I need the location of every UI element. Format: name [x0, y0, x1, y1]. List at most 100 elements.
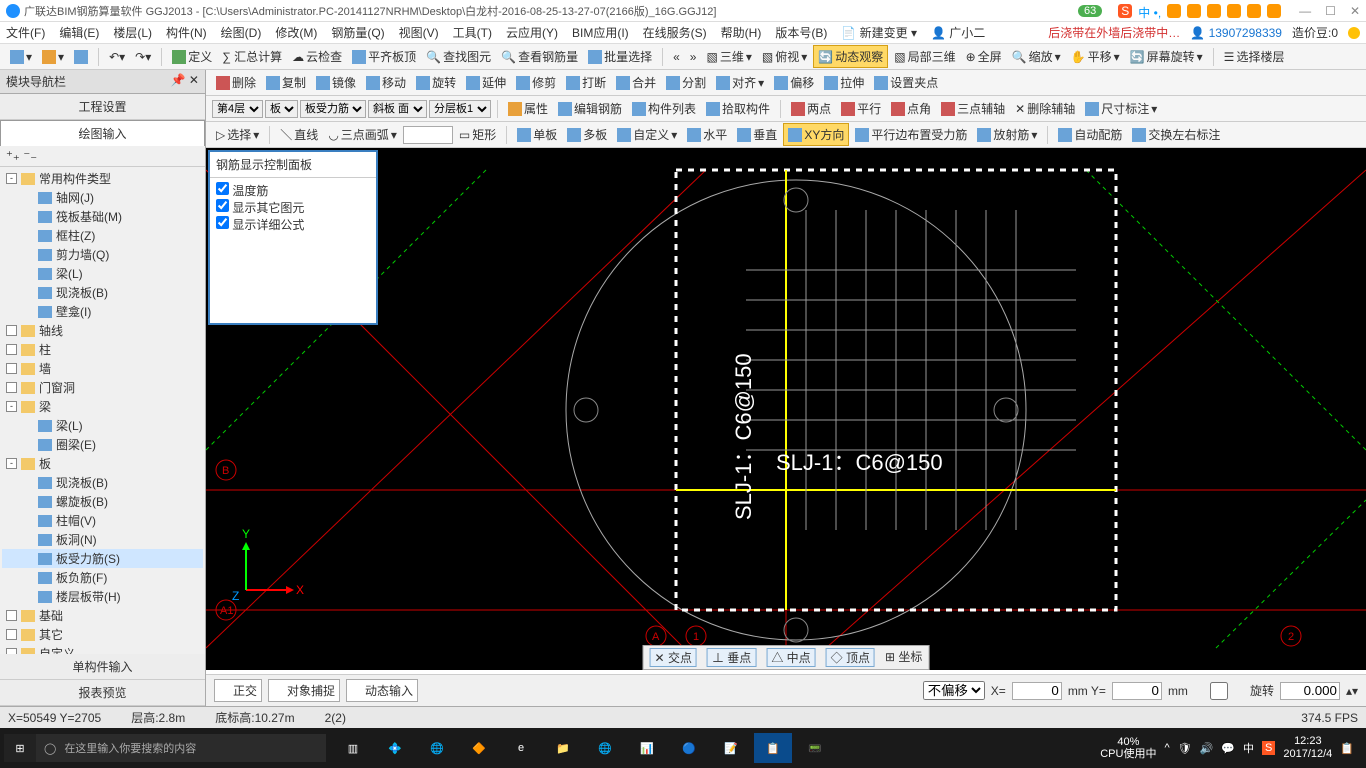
btn-break[interactable]: 打断 [562, 72, 610, 93]
ext-icon[interactable] [1267, 4, 1281, 18]
component-tree[interactable]: -常用构件类型轴网(J)筏板基础(M)框柱(Z)剪力墙(Q)梁(L)现浇板(B)… [0, 167, 205, 654]
btn-full[interactable]: ⊕ 全屏 [962, 46, 1006, 67]
input-y[interactable] [1112, 682, 1162, 700]
btn-orbit[interactable]: 🔄 动态观察 [813, 45, 888, 68]
maximize-icon[interactable]: ☐ [1325, 4, 1336, 18]
btn-custom[interactable]: 自定义▾ [613, 124, 681, 145]
collapse-icon[interactable]: ⁻₋ [23, 148, 37, 163]
btn-find[interactable]: 🔍 查找图元 [422, 46, 495, 67]
btn-rect[interactable]: ▭ 矩形 [455, 124, 500, 145]
btn-top[interactable]: ▧ 俯视▾ [758, 46, 811, 67]
fwd-icon[interactable]: » [686, 48, 701, 66]
btn-offset[interactable]: 偏移 [770, 72, 818, 93]
sel-floor[interactable]: 第4层 [212, 100, 263, 118]
snap-int[interactable]: ✕ 交点 [650, 648, 697, 667]
input-rot[interactable] [1280, 682, 1340, 700]
btn-vert[interactable]: 垂直 [733, 124, 781, 145]
btn-define[interactable]: 定义 [168, 46, 216, 67]
menu-rebar[interactable]: 钢筋量(Q) [331, 24, 384, 41]
btn-move[interactable]: 移动 [362, 72, 410, 93]
app-icon[interactable]: 📝 [712, 733, 750, 763]
ext-icon[interactable] [1167, 4, 1181, 18]
app-icon[interactable]: 📋 [754, 733, 792, 763]
menu-component[interactable]: 构件(N) [166, 24, 207, 41]
tree-leaf[interactable]: 板负筋(F) [2, 568, 203, 587]
btn-batch[interactable]: 批量选择 [584, 46, 656, 67]
menu-help[interactable]: 帮助(H) [721, 24, 762, 41]
btn-delete[interactable]: 删除 [212, 72, 260, 93]
menu-modify[interactable]: 修改(M) [275, 24, 317, 41]
user-id[interactable]: 👤 13907298339 [1190, 26, 1282, 40]
btn-parallel[interactable]: 平行 [837, 98, 885, 119]
tree-leaf[interactable]: 框柱(Z) [2, 226, 203, 245]
app-icon[interactable]: 🌐 [586, 733, 624, 763]
ext-icon[interactable]: 中 •, [1138, 4, 1161, 18]
btn-cloud[interactable]: ☁ 云检查 [288, 46, 346, 67]
tree-node[interactable]: 墙 [2, 359, 203, 378]
sel-comp[interactable]: 板 [265, 100, 298, 118]
menu-cloud[interactable]: 云应用(Y) [506, 24, 558, 41]
btn-editrebar[interactable]: 编辑钢筋 [554, 98, 626, 119]
clock[interactable]: 12:232017/12/4 [1283, 735, 1332, 761]
notif-badge[interactable]: 63 [1078, 5, 1102, 17]
btn-merge[interactable]: 合并 [612, 72, 660, 93]
app-icon[interactable]: 📟 [796, 733, 834, 763]
save-icon[interactable] [70, 48, 92, 66]
redo-icon[interactable]: ↷▾ [131, 48, 155, 66]
app-icon[interactable]: ▥ [334, 733, 372, 763]
btn-rebar[interactable]: 🔍 查看钢筋量 [497, 46, 582, 67]
tray-icon[interactable]: 🛡 [1178, 742, 1192, 755]
app-icon[interactable]: e [502, 733, 540, 763]
btn-select[interactable]: ▷ 选择▾ [212, 124, 263, 145]
btn-split[interactable]: 分割 [662, 72, 710, 93]
btn-horiz[interactable]: 水平 [683, 124, 731, 145]
btn-rotate[interactable]: 🔄 屏幕旋转▾ [1126, 46, 1207, 67]
menu-view[interactable]: 视图(V) [399, 24, 439, 41]
tree-node[interactable]: 其它 [2, 625, 203, 644]
ext-icon[interactable] [1227, 4, 1241, 18]
input-x[interactable] [1012, 682, 1062, 700]
btn-edge[interactable]: 平行边布置受力筋 [851, 124, 971, 145]
tree-leaf[interactable]: 壁龛(I) [2, 302, 203, 321]
close-icon[interactable]: ✕ [1350, 4, 1360, 18]
app-icon[interactable]: 🔵 [670, 733, 708, 763]
sidebar-tab-draw[interactable]: 绘图输入 [0, 120, 205, 146]
btn-line[interactable]: ＼ 直线 [276, 124, 322, 145]
tray-ime[interactable]: 中 [1243, 740, 1254, 756]
tree-leaf[interactable]: 楼层板带(H) [2, 587, 203, 606]
btn-prop[interactable]: 属性 [504, 98, 552, 119]
btn-multi[interactable]: 多板 [563, 124, 611, 145]
btn-3pt[interactable]: 三点辅轴 [937, 98, 1009, 119]
tree-node[interactable]: 轴线 [2, 321, 203, 340]
tree-node[interactable]: -梁 [2, 397, 203, 416]
tray-icon[interactable]: 💬 [1221, 742, 1235, 755]
app-icon[interactable]: 💠 [376, 733, 414, 763]
btn-flat[interactable]: 平齐板顶 [348, 46, 420, 67]
tree-leaf[interactable]: 圈梁(E) [2, 435, 203, 454]
input-arc[interactable] [403, 126, 453, 144]
tree-leaf[interactable]: 板洞(N) [2, 530, 203, 549]
sel-slant[interactable]: 斜板 面 [368, 100, 427, 118]
btn-sum[interactable]: ∑ 汇总计算 [218, 46, 286, 67]
rebar-display-panel[interactable]: 钢筋显示控制面板 温度筋 显示其它图元 显示详细公式 [208, 150, 378, 325]
btn-xy[interactable]: XY方向 [783, 123, 849, 146]
tray-notif[interactable]: 📋 [1340, 742, 1354, 755]
ext-icon[interactable] [1187, 4, 1201, 18]
btn-zoom[interactable]: 🔍 缩放▾ [1008, 46, 1065, 67]
sel-sub[interactable]: 板受力筋 [300, 100, 366, 118]
btn-single[interactable]: 单板 [513, 124, 561, 145]
btn-angle[interactable]: 点角 [887, 98, 935, 119]
btn-radial[interactable]: 放射筋▾ [973, 124, 1041, 145]
tree-node[interactable]: -板 [2, 454, 203, 473]
tree-leaf[interactable]: 剪力墙(Q) [2, 245, 203, 264]
tree-node[interactable]: 基础 [2, 606, 203, 625]
tree-leaf[interactable]: 梁(L) [2, 264, 203, 283]
chk-rot[interactable] [1194, 682, 1244, 700]
tray-icon[interactable]: 🔊 [1200, 742, 1214, 755]
open-icon[interactable]: ▾ [38, 48, 68, 66]
tree-leaf[interactable]: 柱帽(V) [2, 511, 203, 530]
snap-mid[interactable]: △ 中点 [766, 648, 815, 667]
app-icon[interactable]: 📁 [544, 733, 582, 763]
snap-vert[interactable]: ◇ 顶点 [826, 648, 875, 667]
start-button[interactable]: ⊞ [4, 734, 36, 762]
